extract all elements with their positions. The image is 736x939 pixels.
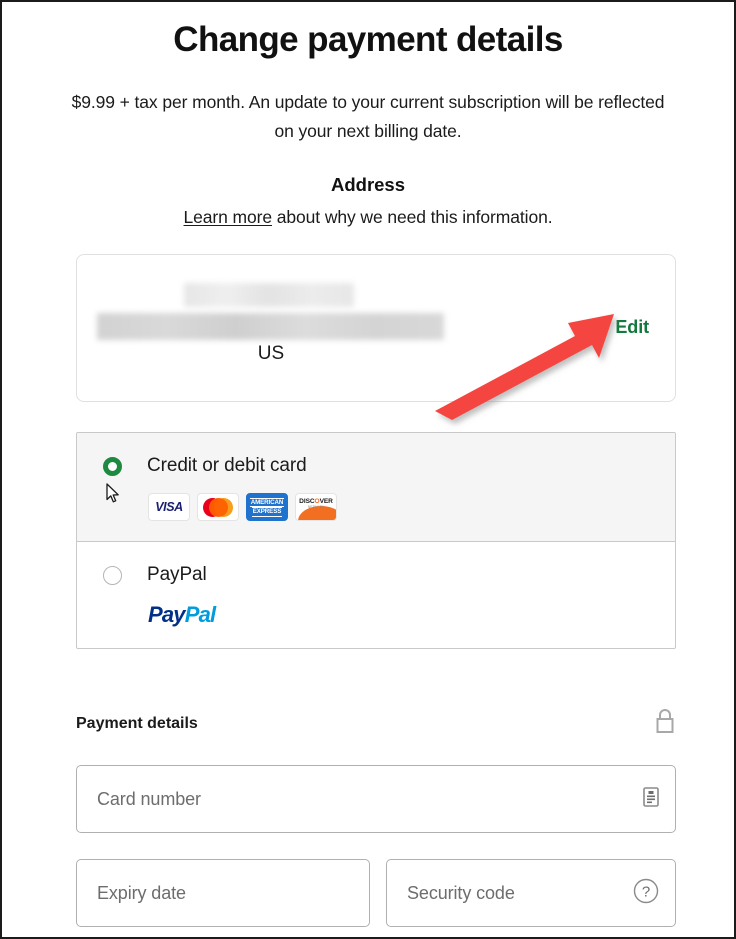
card-scan-icon[interactable] <box>643 786 659 812</box>
discover-subtext: NETWORK <box>307 505 325 509</box>
address-section-heading: Address <box>330 174 406 195</box>
address-country: US <box>257 343 285 364</box>
american-express-icon: AMERICAN EXPRESS <box>246 493 288 521</box>
address-line-2-redacted <box>97 313 444 340</box>
payment-method-label: Credit or debit card <box>147 455 307 476</box>
expiry-date-placeholder: Expiry date <box>97 882 186 903</box>
radio-credit-or-debit-card[interactable] <box>103 456 122 476</box>
mouse-cursor <box>106 483 121 504</box>
address-card: US Edit <box>76 254 676 402</box>
learn-more-line: Learn more about why we need this inform… <box>2 205 734 229</box>
svg-text:?: ? <box>642 883 650 900</box>
payment-method-list: Credit or debit card VISA AMERICAN EXPRE… <box>76 432 676 649</box>
discover-wordmark: DISCOVER <box>299 498 333 505</box>
page-title: Change payment details <box>173 20 563 59</box>
card-number-input[interactable]: Card number <box>76 765 676 833</box>
security-code-input[interactable]: Security code ? <box>386 859 676 927</box>
visa-wordmark: VISA <box>155 500 183 514</box>
payment-method-label: PayPal <box>147 564 207 585</box>
amex-line2: EXPRESS <box>251 507 283 517</box>
expiry-date-input[interactable]: Expiry date <box>76 859 370 927</box>
mastercard-icon <box>197 493 239 521</box>
payment-method-credit-or-debit-card[interactable]: Credit or debit card VISA AMERICAN EXPRE… <box>77 433 675 542</box>
security-code-placeholder: Security code <box>407 882 515 903</box>
accepted-card-logos: VISA AMERICAN EXPRESS DISCOVER NETWORK <box>148 493 655 521</box>
discover-icon: DISCOVER NETWORK <box>295 493 337 521</box>
paypal-logo-icon: PayPal <box>148 602 216 627</box>
learn-more-link[interactable]: Learn more <box>184 207 273 227</box>
radio-paypal[interactable] <box>103 565 122 585</box>
lock-icon <box>654 708 676 740</box>
payment-details-header: Payment details <box>76 708 676 740</box>
subscription-description: $9.99 + tax per month. An update to your… <box>71 92 665 141</box>
amex-line1: AMERICAN <box>249 497 285 507</box>
card-number-placeholder: Card number <box>97 788 201 809</box>
payment-method-paypal[interactable]: PayPal PayPal <box>77 542 675 648</box>
address-line-1-redacted <box>184 283 354 307</box>
payment-details-title: Payment details <box>76 715 198 732</box>
learn-more-rest-text: about why we need this information. <box>272 207 553 227</box>
edit-address-link[interactable]: Edit <box>615 317 649 338</box>
visa-icon: VISA <box>148 493 190 521</box>
help-circle-icon[interactable]: ? <box>633 878 659 909</box>
payment-settings-page: Change payment details $9.99 + tax per m… <box>0 0 736 939</box>
